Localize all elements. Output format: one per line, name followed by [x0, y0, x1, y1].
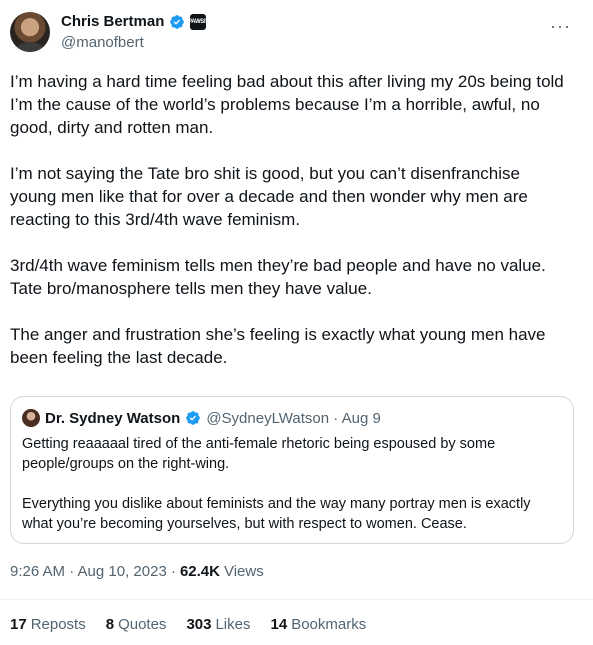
quotes-stat[interactable]: 8 Quotes [106, 616, 167, 633]
quoted-author-avatar[interactable] [22, 409, 40, 427]
tweet-text: I’m having a hard time feeling bad about… [10, 72, 564, 367]
more-options-icon[interactable]: ··· [550, 16, 571, 37]
author-name-row: Chris Bertman PAWSIT [61, 13, 209, 30]
affiliate-badge-icon[interactable]: PAWSIT [188, 13, 209, 30]
views-label: Views [223, 563, 264, 580]
divider [0, 599, 593, 600]
verified-badge-icon [170, 14, 185, 29]
quoted-author-name[interactable]: Dr. Sydney Watson [45, 410, 180, 427]
timestamp-date[interactable]: 9:26 AM · Aug 10, 2023 · [10, 563, 176, 580]
quoted-tweet-header: Dr. Sydney Watson @SydneyLWatson · Aug 9 [22, 409, 381, 427]
bookmarks-stat[interactable]: 14 Bookmarks [271, 616, 367, 633]
quoted-tweet-text: Getting reaaaaal tired of the anti-femal… [22, 436, 531, 532]
quoted-handle-date[interactable]: @SydneyLWatson · Aug 9 [206, 410, 381, 427]
reposts-stat[interactable]: 17 Reposts [10, 616, 86, 633]
quoted-verified-badge-icon [186, 411, 201, 425]
author-handle[interactable]: @manofbert [61, 34, 144, 51]
tweet-header: Chris Bertman PAWSIT @manofbert ··· [10, 10, 583, 54]
tweet-timestamp: 9:26 AM · Aug 10, 2023 · 62.4K Views [10, 563, 264, 580]
likes-stat[interactable]: 303 Likes [186, 616, 250, 633]
author-avatar[interactable] [10, 12, 50, 52]
quoted-tweet[interactable]: Dr. Sydney Watson @SydneyLWatson · Aug 9… [10, 396, 574, 544]
tweet-stats: 17 Reposts 8 Quotes 303 Likes 14 Bookmarks [10, 616, 366, 633]
views-count: 62.4K [179, 563, 220, 580]
author-name[interactable]: Chris Bertman [61, 13, 164, 30]
